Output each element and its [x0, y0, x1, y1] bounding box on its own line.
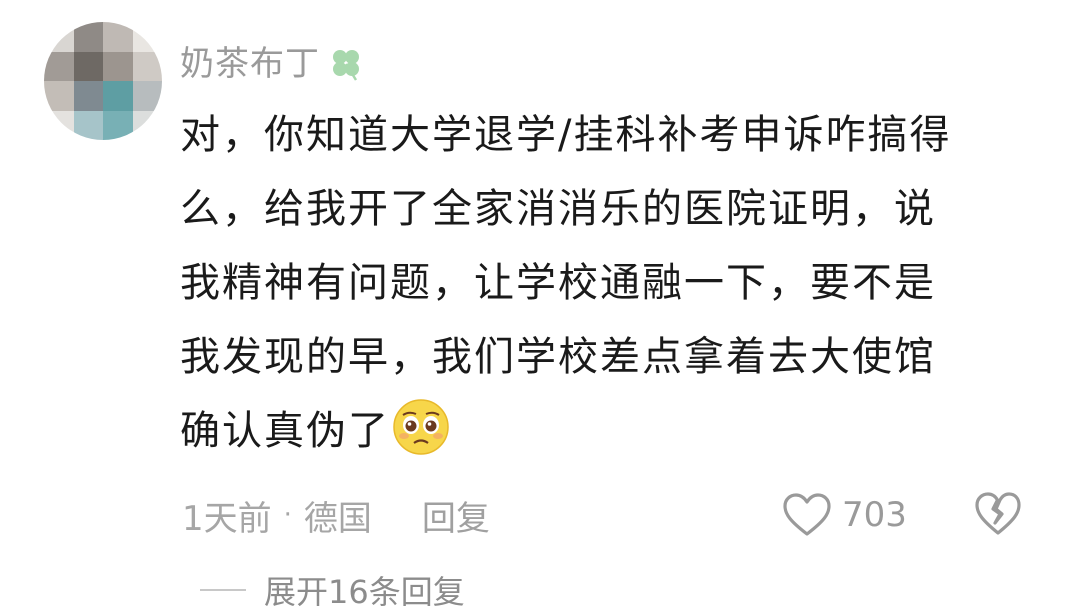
avatar-pixel [103, 81, 133, 111]
avatar-pixel [44, 51, 74, 81]
comment-line: 我精神有问题，让学校通融一下，要不是 [180, 260, 936, 306]
expand-divider [200, 589, 246, 591]
avatar-pixel [73, 81, 103, 111]
comment-line: 确认真伪了 [180, 408, 390, 454]
avatar-pixel [73, 22, 103, 52]
pleading-face-emoji [393, 399, 449, 455]
avatar-pixel [103, 51, 133, 81]
reply-button[interactable]: 回复 [422, 491, 490, 540]
avatar-pixel [132, 22, 162, 52]
avatar-pixel [132, 51, 162, 81]
clover-icon [333, 50, 359, 81]
broken-heart-icon[interactable] [974, 491, 1022, 537]
avatar-pixel [103, 22, 133, 52]
avatar-pixel [132, 81, 162, 111]
avatar-pixel [44, 81, 74, 111]
avatar-pixel [73, 51, 103, 81]
avatar-pixel [132, 110, 162, 140]
avatar-pixel [103, 110, 133, 140]
comment-line: 对，你知道大学退学/挂科补考申诉咋搞得 [180, 112, 952, 158]
comment-text: 对，你知道大学退学/挂科补考申诉咋搞得 么，给我开了全家消消乐的医院证明，说 我… [180, 98, 1020, 468]
username[interactable]: 奶茶布丁 [180, 47, 320, 81]
heart-icon[interactable] [782, 492, 832, 538]
avatar[interactable] [44, 22, 162, 140]
comment-line: 么，给我开了全家消消乐的医院证明，说 [180, 186, 936, 232]
avatar-pixel [44, 22, 74, 52]
comment-location: 德国 [303, 498, 372, 539]
avatar-pixel [73, 110, 103, 140]
comment-meta: 1天前 · 德国 回复 [182, 488, 490, 542]
comment-time: 1天前 [182, 498, 272, 539]
like-count: 703 [842, 495, 907, 535]
username-row: 奶茶布丁 [180, 36, 366, 92]
avatar-pixel [44, 110, 74, 140]
expand-replies-label[interactable]: 展开16条回复 [264, 567, 465, 613]
comment-last-line: 确认真伪了 [180, 394, 1020, 468]
expand-replies[interactable]: 展开16条回复 [200, 567, 465, 613]
meta-separator: · [283, 500, 292, 530]
like-group: 703 [782, 488, 907, 542]
comment-line: 我发现的早，我们学校差点拿着去大使馆 [180, 334, 936, 380]
